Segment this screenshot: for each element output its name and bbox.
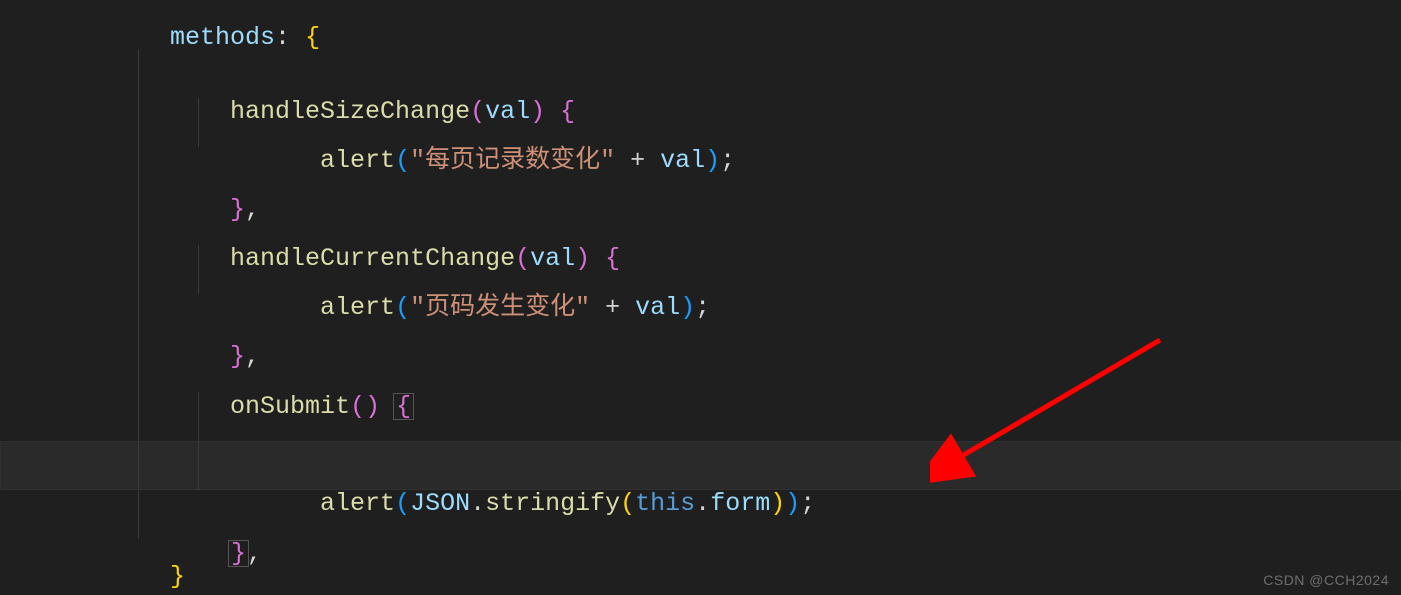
code-line: methods: { (0, 0, 1401, 49)
code-line: // console.log('submit!'); (0, 392, 1401, 441)
code-line: alert("每页记录数变化" + val); (0, 98, 1401, 147)
code-editor[interactable]: methods: { handleSizeChange(val) { alert… (0, 0, 1401, 595)
open-brace: { (305, 23, 320, 52)
code-line: }, (0, 147, 1401, 196)
code-line: alert("页码发生变化" + val); (0, 245, 1401, 294)
close-brace: } (170, 562, 185, 591)
code-line: }, (0, 490, 1401, 539)
code-line: onSubmit() { (0, 343, 1401, 392)
code-line: } (0, 539, 1401, 588)
watermark: CSDN @CCH2024 (1263, 573, 1389, 587)
property-methods: methods (170, 23, 275, 52)
code-line-highlighted: alert(JSON.stringify(this.form)); (0, 441, 1401, 490)
colon: : (275, 23, 305, 52)
code-line: }, (0, 294, 1401, 343)
code-line: handleSizeChange(val) { (0, 49, 1401, 98)
code-line: handleCurrentChange(val) { (0, 196, 1401, 245)
